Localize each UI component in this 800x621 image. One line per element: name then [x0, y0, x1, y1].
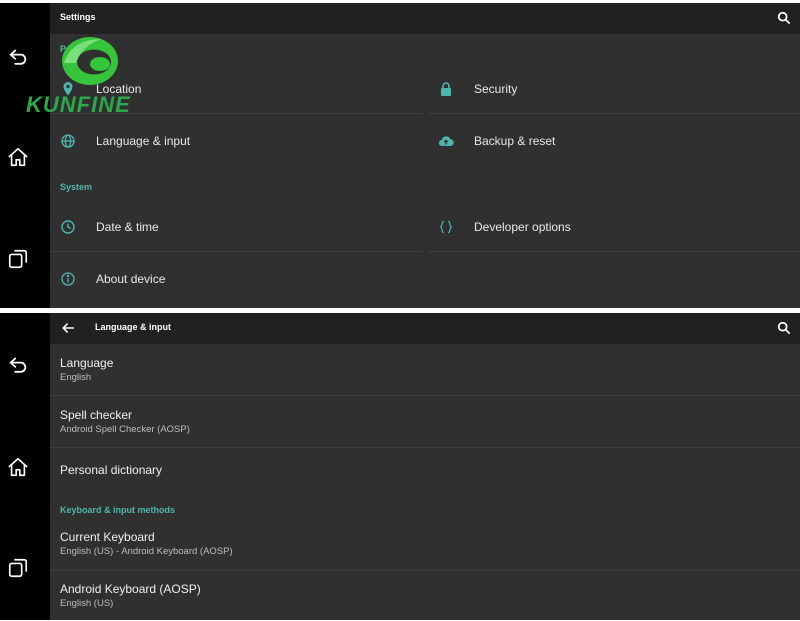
- settings-item-label: Security: [474, 82, 518, 96]
- search-icon[interactable]: [777, 321, 791, 335]
- pref-summary: English (US): [60, 598, 114, 609]
- clock-icon: [60, 219, 76, 235]
- back-arrow-icon[interactable]: [7, 353, 29, 375]
- home-icon[interactable]: [7, 456, 29, 478]
- divider: [50, 251, 422, 252]
- pref-title: Language: [60, 356, 114, 370]
- settings-item-label: Date & time: [96, 220, 159, 234]
- pref-summary: English: [60, 372, 92, 383]
- pref-title: Personal dictionary: [60, 463, 163, 477]
- page-title: Settings: [60, 12, 96, 22]
- globe-icon: [60, 133, 76, 149]
- pref-title: Android Keyboard (AOSP): [60, 582, 201, 596]
- settings-screen: Settings Pe Location Security Language &…: [0, 3, 800, 308]
- home-icon[interactable]: [7, 146, 29, 168]
- pref-spell-checker[interactable]: Spell checker Android Spell Checker (AOS…: [50, 396, 800, 448]
- cloud-upload-icon: [438, 133, 454, 149]
- settings-item-label: Backup & reset: [474, 134, 556, 148]
- pref-summary: Android Spell Checker (AOSP): [60, 424, 190, 435]
- settings-item-security[interactable]: Security: [428, 64, 800, 114]
- settings-item-date-time[interactable]: Date & time: [50, 202, 422, 252]
- arrow-left-icon[interactable]: [61, 321, 75, 335]
- kunfine-logo: KUNFINE: [24, 33, 150, 117]
- settings-item-about-device[interactable]: About device: [50, 254, 422, 304]
- search-icon[interactable]: [777, 11, 791, 25]
- settings-item-backup-reset[interactable]: Backup & reset: [428, 116, 800, 166]
- page-title: Language & input: [95, 322, 171, 332]
- divider: [428, 251, 800, 252]
- system-nav-bar: [0, 313, 50, 620]
- section-header-keyboard: Keyboard & input methods: [60, 505, 176, 515]
- settings-item-label: Language & input: [96, 134, 191, 148]
- recent-apps-icon[interactable]: [7, 557, 29, 579]
- settings-item-language-input[interactable]: Language & input: [50, 116, 422, 166]
- pref-personal-dictionary[interactable]: Personal dictionary: [50, 448, 800, 500]
- divider: [428, 113, 800, 114]
- pref-title: Spell checker: [60, 408, 133, 422]
- settings-item-developer-options[interactable]: Developer options: [428, 202, 800, 252]
- pref-summary: English (US) - Android Keyboard (AOSP): [60, 546, 233, 557]
- language-app-bar: Language & input: [50, 313, 800, 344]
- language-input-screen: Language & input Language English Spell …: [0, 313, 800, 620]
- pref-title: Current Keyboard: [60, 530, 155, 544]
- braces-icon: [438, 219, 454, 235]
- lock-icon: [438, 81, 454, 97]
- pref-language[interactable]: Language English: [50, 344, 800, 396]
- settings-item-label: Developer options: [474, 220, 571, 234]
- svg-text:KUNFINE: KUNFINE: [26, 92, 131, 117]
- settings-app-bar: Settings: [50, 3, 800, 34]
- pref-android-keyboard[interactable]: Android Keyboard (AOSP) English (US): [50, 571, 800, 620]
- section-header-system: System: [60, 182, 93, 192]
- info-icon: [60, 271, 76, 287]
- pref-current-keyboard[interactable]: Current Keyboard English (US) - Android …: [50, 519, 800, 571]
- settings-item-label: About device: [96, 272, 166, 286]
- recent-apps-icon[interactable]: [7, 248, 29, 270]
